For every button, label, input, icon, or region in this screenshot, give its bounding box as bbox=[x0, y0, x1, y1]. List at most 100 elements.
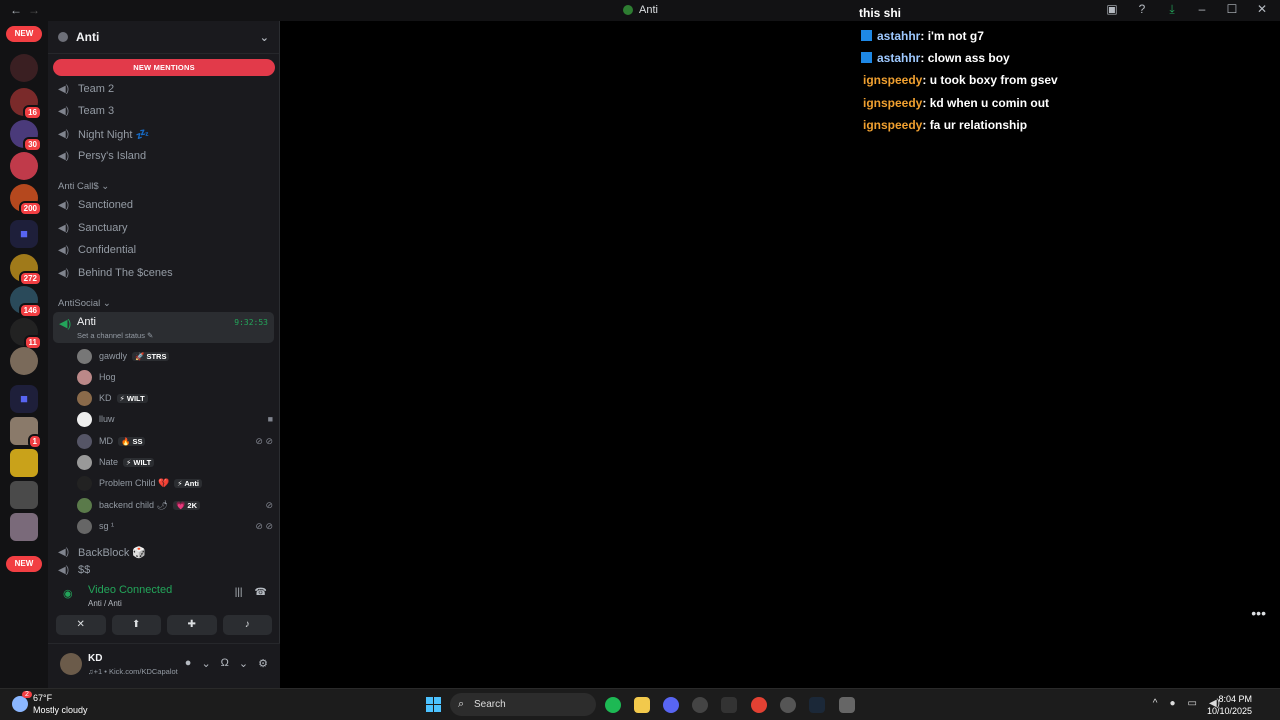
channel-backblock[interactable]: ◀) BackBlock 🎲 bbox=[58, 542, 146, 562]
server-icon[interactable]: 272 bbox=[10, 254, 42, 286]
gear-icon[interactable]: ⚙ bbox=[258, 657, 268, 670]
avatar bbox=[77, 518, 92, 534]
file-explorer-icon[interactable] bbox=[634, 697, 650, 713]
chat-username: astahhr bbox=[877, 50, 921, 65]
voice-location[interactable]: Anti / Anti bbox=[88, 599, 122, 608]
forward-arrow-icon[interactable]: → bbox=[28, 3, 40, 17]
chevron-down-icon: ⌄ bbox=[259, 31, 269, 44]
server-icon[interactable]: 200 bbox=[10, 184, 42, 216]
channel-status[interactable]: Set a channel status ✎ bbox=[77, 331, 153, 340]
voice-user[interactable]: sg ¹ ⊘ ⊘ bbox=[77, 517, 273, 535]
channel-anti-active[interactable]: ◀) Anti Set a channel status ✎ 9:32:53 bbox=[53, 312, 274, 343]
server-icon[interactable] bbox=[10, 449, 38, 477]
weather-temp: 67°F bbox=[33, 693, 53, 703]
user-tag: ⚡ WILT bbox=[123, 457, 155, 467]
voice-user[interactable]: Hog bbox=[77, 368, 273, 386]
server-icon[interactable]: 146 bbox=[10, 286, 42, 318]
channel-sanctioned[interactable]: ◀) Sanctioned bbox=[58, 195, 133, 215]
chevron-up-icon[interactable]: ^ bbox=[1153, 698, 1158, 709]
server-icon[interactable]: 16 bbox=[10, 88, 42, 120]
noise-suppression-icon[interactable]: ||| bbox=[235, 587, 243, 598]
voice-user[interactable]: gawdly 🚀 STRS bbox=[77, 347, 273, 365]
chat-overlay: this shi astahhr : i'm not g7 astahhr : … bbox=[859, 2, 1279, 136]
speaker-icon: ◀) bbox=[58, 83, 70, 95]
search-icon: ⌕ bbox=[458, 698, 465, 710]
channel-sanctuary[interactable]: ◀) Sanctuary bbox=[58, 218, 128, 238]
channel-behind-the-scenes[interactable]: ◀) Behind The $cenes bbox=[58, 263, 173, 283]
server-icon[interactable] bbox=[10, 347, 38, 375]
clock[interactable]: 8:04 PM 10/10/2025 bbox=[1207, 693, 1252, 717]
server-icon-windy-city[interactable] bbox=[10, 54, 38, 82]
taskbar: 2 67°F Mostly cloudy ⌕ Search ^ ● ▭ ◀) 8… bbox=[0, 688, 1280, 720]
voice-user[interactable]: Nate ⚡ WILT bbox=[77, 453, 273, 471]
server-icon[interactable]: 30 bbox=[10, 120, 42, 152]
avatar bbox=[77, 433, 92, 449]
windows-start-icon[interactable] bbox=[426, 697, 441, 712]
channel-confidential[interactable]: ◀) Confidential bbox=[58, 240, 136, 260]
folder-icon[interactable]: ■ bbox=[10, 220, 38, 248]
category-anti-calls[interactable]: Anti Call$ ⌄ bbox=[58, 181, 109, 192]
chat-username: ignspeedy bbox=[863, 73, 923, 88]
new-mentions-button[interactable]: NEW MENTIONS bbox=[53, 59, 275, 76]
voice-user[interactable]: MD 🔥 SS ⊘ ⊘ bbox=[77, 432, 273, 450]
mute-deafen-icon: ⊘ ⊘ bbox=[255, 520, 273, 531]
network-icon[interactable]: ▭ bbox=[1188, 698, 1197, 709]
username[interactable]: KD bbox=[88, 653, 102, 664]
category-antisocial[interactable]: AntiSocial ⌄ bbox=[58, 298, 111, 309]
speaker-icon: ◀) bbox=[58, 244, 70, 256]
server-header[interactable]: Anti ⌄ bbox=[48, 21, 279, 54]
server-icon[interactable] bbox=[10, 481, 38, 509]
back-arrow-icon[interactable]: ← bbox=[10, 3, 22, 17]
steam-icon[interactable] bbox=[809, 697, 825, 713]
chat-message: ignspeedy : fa ur relationship bbox=[863, 118, 1028, 133]
avatar[interactable] bbox=[60, 653, 82, 675]
server-icon[interactable] bbox=[10, 152, 38, 180]
user-panel: KD ♫+1 • Kick.com/KDCapalot ● ⌄ Ω ⌄ ⚙ bbox=[48, 643, 280, 688]
chevron-down-icon[interactable]: ⌄ bbox=[239, 657, 248, 670]
channel-night-night[interactable]: ◀) Night Night 💤 bbox=[58, 124, 149, 144]
channel-team-3[interactable]: ◀) Team 3 bbox=[58, 101, 114, 121]
chat-message: this shi bbox=[859, 6, 902, 21]
server-icon[interactable] bbox=[10, 513, 38, 541]
speaker-icon: ◀) bbox=[58, 546, 70, 558]
app-icon[interactable] bbox=[692, 697, 708, 713]
more-options-icon[interactable]: ••• bbox=[1251, 605, 1266, 621]
microphone-icon[interactable]: ● bbox=[185, 657, 192, 670]
soundboard-button[interactable]: ♪ bbox=[222, 615, 272, 635]
new-unreads-pill[interactable]: NEW bbox=[6, 26, 42, 42]
stream-view[interactable]: this shi astahhr : i'm not g7 astahhr : … bbox=[281, 6, 1280, 688]
app-icon[interactable] bbox=[780, 697, 796, 713]
server-icon[interactable]: 1 bbox=[10, 417, 42, 449]
epic-games-icon[interactable] bbox=[721, 697, 737, 713]
headphones-icon[interactable]: Ω bbox=[221, 657, 229, 670]
channel-team-2[interactable]: ◀) Team 2 bbox=[58, 79, 114, 99]
speaker-icon: ◀) bbox=[58, 150, 70, 162]
user-tag: 🔥 SS bbox=[118, 436, 146, 446]
video-icon: ■ bbox=[267, 414, 273, 424]
avatar bbox=[77, 390, 92, 406]
camera-off-button[interactable]: ✕ bbox=[56, 615, 106, 635]
voice-user[interactable]: KD ⚡ WILT bbox=[77, 389, 273, 407]
server-icon[interactable]: 11 bbox=[10, 318, 42, 350]
channel-persys-island[interactable]: ◀) Persy's Island bbox=[58, 146, 146, 166]
microphone-icon[interactable]: ● bbox=[1169, 698, 1175, 709]
avatar bbox=[77, 497, 92, 513]
activities-button[interactable]: ✚ bbox=[167, 615, 217, 635]
discord-icon[interactable] bbox=[663, 697, 679, 713]
voice-user[interactable]: backend child 🌶 💗 2K ⊘ bbox=[77, 496, 273, 514]
disconnect-icon[interactable]: ☎ bbox=[255, 587, 267, 598]
chrome-icon[interactable] bbox=[751, 697, 767, 713]
speaker-icon: ◀) bbox=[59, 318, 72, 330]
voice-user[interactable]: Problem Child 💔 ⚡ Anti bbox=[77, 474, 273, 492]
chevron-down-icon[interactable]: ⌄ bbox=[201, 657, 210, 670]
screen-share-button[interactable]: ⬆ bbox=[111, 615, 161, 635]
voice-status[interactable]: Video Connected bbox=[88, 584, 172, 596]
app-icon[interactable] bbox=[839, 697, 855, 713]
taskbar-search[interactable]: ⌕ Search bbox=[450, 693, 596, 716]
spotify-icon[interactable] bbox=[605, 697, 621, 713]
new-unreads-pill[interactable]: NEW bbox=[6, 556, 42, 572]
folder-icon[interactable]: ■ bbox=[10, 385, 38, 413]
avatar bbox=[77, 454, 92, 470]
voice-user[interactable]: lluw ■ bbox=[77, 410, 273, 428]
notification-badge: 2 bbox=[22, 691, 32, 698]
